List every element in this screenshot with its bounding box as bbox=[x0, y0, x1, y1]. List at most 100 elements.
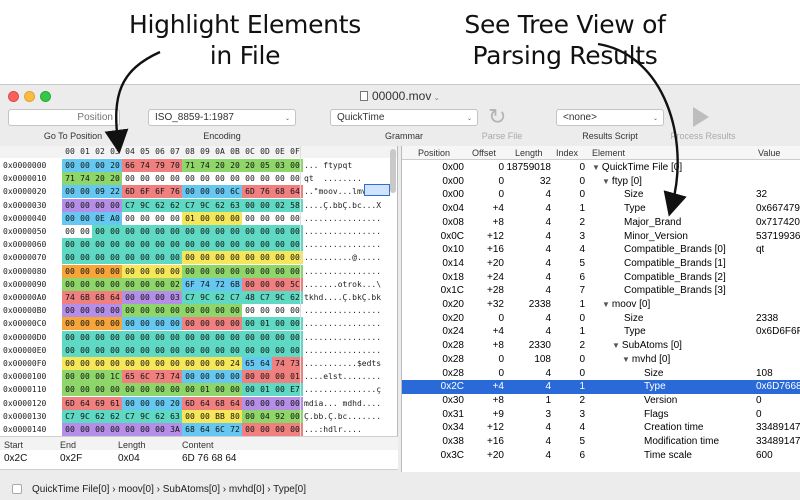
hex-byte[interactable]: 00 bbox=[92, 317, 108, 331]
process-results-button[interactable]: Process Results bbox=[664, 131, 742, 141]
hex-row[interactable]: 0x0000120 6D 64 69 61 00 00 00 20 6D 64 68 64 00 00 00 0… bbox=[0, 396, 397, 410]
hex-byte[interactable]: 00 bbox=[122, 343, 138, 357]
hex-byte[interactable]: 00 bbox=[77, 264, 93, 278]
hex-byte[interactable]: 00 bbox=[167, 343, 183, 357]
hex-byte[interactable]: 00 bbox=[137, 277, 153, 291]
hex-byte[interactable]: 00 bbox=[272, 277, 288, 291]
hex-byte[interactable]: 00 bbox=[242, 423, 258, 436]
hex-byte[interactable]: 68 bbox=[272, 185, 288, 199]
tree-row[interactable]: 0x20 0 4 0 Size 2338 bbox=[402, 312, 800, 326]
hex-row[interactable]: 0x00000A0 74 6B 68 64 00 00 00 03 C7 9C 62 C7 48 C7 9C 6… bbox=[0, 291, 397, 304]
hex-byte[interactable]: 20 bbox=[107, 172, 123, 186]
hex-byte[interactable]: 9C bbox=[197, 198, 213, 212]
hex-byte[interactable]: 00 bbox=[257, 238, 273, 252]
hex-byte[interactable]: 00 bbox=[137, 225, 153, 238]
hex-byte[interactable]: 00 bbox=[92, 423, 108, 436]
hex-byte[interactable]: 00 bbox=[182, 251, 198, 265]
hex-byte[interactable]: 00 bbox=[62, 383, 78, 397]
hex-byte[interactable]: 00 bbox=[182, 185, 198, 199]
disclosure-triangle-icon[interactable]: ▼ bbox=[592, 163, 600, 172]
hex-byte[interactable]: 00 bbox=[242, 264, 258, 278]
hex-byte[interactable]: 6D bbox=[242, 185, 258, 199]
hex-byte[interactable]: 9C bbox=[137, 409, 153, 423]
hex-byte[interactable]: 00 bbox=[242, 317, 258, 331]
hex-row[interactable]: 0x00000C0 00 00 00 00 00 00 00 00 00 00 00 00 00 01 00 0… bbox=[0, 317, 397, 331]
hex-byte[interactable]: 00 bbox=[257, 211, 273, 225]
hex-byte[interactable]: 01 bbox=[182, 211, 198, 225]
tree-row[interactable]: 0x14 +20 4 5 Compatible_Brands [1] bbox=[402, 257, 800, 271]
hex-byte[interactable]: 64 bbox=[197, 423, 213, 436]
hex-row[interactable]: 0x0000000 00 00 00 20 66 74 79 70 71 74 20 20 20 05 03 0… bbox=[0, 159, 397, 172]
tree-row[interactable]: 0x38 +16 4 5 Modification time 33489147 bbox=[402, 435, 800, 449]
hex-byte[interactable]: 00 bbox=[227, 225, 243, 238]
hex-byte[interactable]: 00 bbox=[212, 225, 228, 238]
hex-byte[interactable]: 00 bbox=[227, 370, 243, 384]
hex-byte[interactable]: 09 bbox=[92, 185, 108, 199]
hex-byte[interactable]: 00 bbox=[152, 291, 168, 304]
hex-byte[interactable]: 65 bbox=[122, 370, 138, 384]
hex-byte[interactable]: 00 bbox=[227, 264, 243, 278]
hex-byte[interactable]: 6D bbox=[182, 396, 198, 410]
hex-byte[interactable]: 00 bbox=[257, 264, 273, 278]
disclosure-triangle-icon[interactable]: ▼ bbox=[602, 177, 610, 186]
hex-byte[interactable]: 62 bbox=[152, 409, 168, 423]
tree-row[interactable]: 0x00 0 32 0 ▼ ftyp [0] bbox=[402, 175, 800, 189]
hex-byte[interactable]: 00 bbox=[257, 225, 273, 238]
hex-byte[interactable]: 00 bbox=[272, 211, 288, 225]
hex-byte[interactable]: 20 bbox=[107, 159, 123, 172]
hex-byte[interactable]: 00 bbox=[62, 159, 78, 172]
hex-byte[interactable]: 00 bbox=[137, 251, 153, 265]
encoding-select[interactable]: ISO_8859-1:1987 bbox=[148, 109, 296, 126]
hex-byte[interactable]: 00 bbox=[197, 357, 213, 370]
hex-row[interactable]: 0x0000070 00 00 00 00 00 00 00 00 00 00 00 00 00 00 00 0… bbox=[0, 251, 397, 265]
tree-row[interactable]: 0x28 0 4 0 Size 108 bbox=[402, 367, 800, 381]
hex-byte[interactable]: 00 bbox=[257, 277, 273, 291]
hex-byte[interactable]: A0 bbox=[107, 211, 123, 225]
hex-byte[interactable]: 00 bbox=[182, 317, 198, 331]
hex-byte[interactable]: 00 bbox=[212, 343, 228, 357]
hex-byte[interactable]: 00 bbox=[257, 330, 273, 344]
hex-byte[interactable]: 00 bbox=[62, 225, 78, 238]
hex-byte[interactable]: 00 bbox=[137, 211, 153, 225]
hex-byte[interactable]: 00 bbox=[137, 383, 153, 397]
tree-row[interactable]: 0x30 +8 1 2 Version 0 bbox=[402, 394, 800, 408]
hex-byte[interactable]: 65 bbox=[242, 357, 258, 370]
hex-byte[interactable]: 00 bbox=[107, 357, 123, 370]
hex-byte[interactable]: 64 bbox=[197, 396, 213, 410]
tree-row[interactable]: 0x24 +4 4 1 Type 0x6D6F6F bbox=[402, 325, 800, 339]
hex-byte[interactable]: 00 bbox=[197, 211, 213, 225]
hex-byte[interactable]: 74 bbox=[77, 172, 93, 186]
hex-byte[interactable]: 00 bbox=[182, 343, 198, 357]
tree-row[interactable]: 0x28 +8 2330 2 ▼ SubAtoms [0] bbox=[402, 339, 800, 353]
hex-byte[interactable]: 00 bbox=[257, 343, 273, 357]
hex-byte[interactable]: 00 bbox=[167, 238, 183, 252]
hex-byte[interactable]: 00 bbox=[167, 225, 183, 238]
hex-byte[interactable]: 00 bbox=[152, 330, 168, 344]
hex-byte[interactable]: 62 bbox=[212, 291, 228, 304]
hex-byte[interactable]: 00 bbox=[197, 317, 213, 331]
hex-row[interactable]: 0x00000F0 00 00 00 00 00 00 00 00 00 00 00 24 65 64 74 7… bbox=[0, 357, 397, 370]
hex-byte[interactable]: 00 bbox=[227, 304, 243, 318]
goto-position-input[interactable] bbox=[8, 109, 120, 126]
hex-byte[interactable]: 6F bbox=[152, 185, 168, 199]
hex-byte[interactable]: 0E bbox=[92, 211, 108, 225]
hex-byte[interactable]: 6B bbox=[77, 291, 93, 304]
hex-byte[interactable]: 00 bbox=[167, 304, 183, 318]
hex-byte[interactable]: 00 bbox=[77, 211, 93, 225]
hex-byte[interactable]: 62 bbox=[92, 409, 108, 423]
hex-byte[interactable]: 00 bbox=[212, 251, 228, 265]
hex-byte[interactable]: 00 bbox=[77, 225, 93, 238]
hex-byte[interactable]: 03 bbox=[272, 159, 288, 172]
hex-byte[interactable]: 00 bbox=[122, 277, 138, 291]
hex-byte[interactable]: 00 bbox=[62, 330, 78, 344]
hex-byte[interactable]: 00 bbox=[152, 225, 168, 238]
hex-byte[interactable]: 00 bbox=[242, 198, 258, 212]
hex-byte[interactable]: 22 bbox=[107, 185, 123, 199]
hex-byte[interactable]: 00 bbox=[77, 198, 93, 212]
hex-byte[interactable]: 00 bbox=[257, 304, 273, 318]
hex-byte[interactable]: 69 bbox=[92, 396, 108, 410]
tree-column-label[interactable]: Index bbox=[556, 148, 578, 158]
hex-byte[interactable]: 00 bbox=[242, 409, 258, 423]
hex-byte[interactable]: 00 bbox=[107, 383, 123, 397]
hex-byte[interactable]: 70 bbox=[167, 159, 183, 172]
